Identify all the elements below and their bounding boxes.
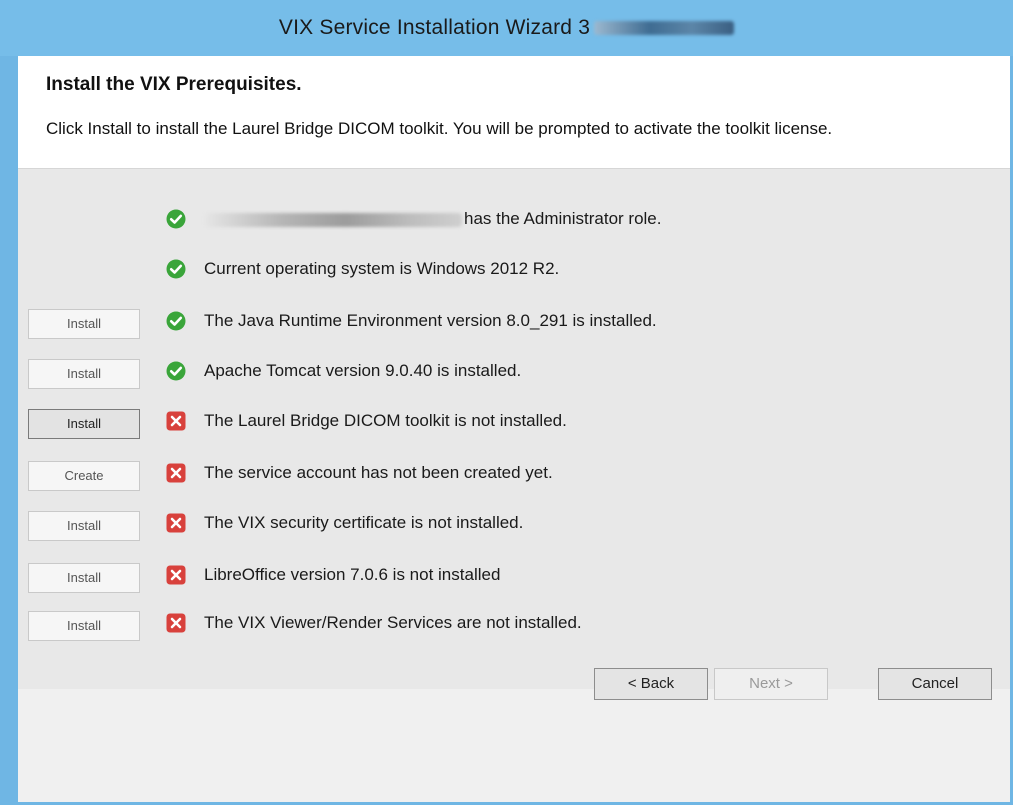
title-bar[interactable]: VIX Service Installation Wizard 3 [0, 0, 1013, 56]
prereq-text: Apache Tomcat version 9.0.40 is installe… [204, 361, 522, 380]
install-viewer-render-button[interactable]: Install [28, 611, 140, 641]
check-circle-icon [166, 209, 186, 229]
prereq-text-value: has the Administrator role. [464, 209, 662, 228]
prereq-row-os: Current operating system is Windows 2012… [18, 255, 1010, 285]
next-button[interactable]: Next > [714, 668, 828, 700]
prereq-row-security-certificate: Install The VIX security certificate is … [18, 509, 1010, 541]
prereq-text: The VIX Viewer/Render Services are not i… [204, 613, 582, 632]
prereq-text: Current operating system is Windows 2012… [204, 259, 560, 278]
install-certificate-button[interactable]: Install [28, 511, 140, 541]
cancel-button[interactable]: Cancel [878, 668, 992, 700]
prereq-text: The VIX security certificate is not inst… [204, 513, 524, 532]
check-circle-icon [166, 361, 186, 381]
prereq-row-service-account: Create The service account has not been … [18, 459, 1010, 491]
window-title-text: VIX Service Installation Wizard 3 [278, 16, 591, 39]
check-circle-icon [166, 311, 186, 331]
page-title: Install the VIX Prerequisites. [46, 74, 302, 95]
wizard-footer [18, 689, 1010, 802]
prereq-row-viewer-render: Install The VIX Viewer/Render Services a… [18, 609, 1010, 641]
error-x-icon [166, 613, 186, 633]
prerequisites-panel: has the Administrator role. Current oper… [18, 168, 1010, 689]
wizard-window: VIX Service Installation Wizard 3 Instal… [0, 0, 1013, 805]
prereq-text: has the Administrator role. [204, 209, 661, 229]
prereq-row-dicom-toolkit: Install The Laurel Bridge DICOM toolkit … [18, 407, 1010, 439]
error-x-icon [166, 411, 186, 431]
error-x-icon [166, 565, 186, 585]
prereq-row-java: Install The Java Runtime Environment ver… [18, 307, 1010, 339]
install-java-button[interactable]: Install [28, 309, 140, 339]
install-libreoffice-button[interactable]: Install [28, 563, 140, 593]
prereq-row-libreoffice: Install LibreOffice version 7.0.6 is not… [18, 561, 1010, 593]
error-x-icon [166, 463, 186, 483]
back-button[interactable]: < Back [594, 668, 708, 700]
prereq-text: The Java Runtime Environment version 8.0… [204, 311, 657, 330]
window-title: VIX Service Installation Wizard 3 [0, 16, 1013, 40]
prereq-text: LibreOffice version 7.0.6 is not install… [204, 565, 501, 584]
redacted-account-name [204, 212, 462, 227]
page-description: Click Install to install the Laurel Brid… [46, 119, 833, 138]
prereq-row-tomcat: Install Apache Tomcat version 9.0.40 is … [18, 357, 1010, 389]
check-circle-icon [166, 259, 186, 279]
wizard-header: Install the VIX Prerequisites. Click Ins… [18, 56, 1010, 168]
error-x-icon [166, 513, 186, 533]
prereq-text: The Laurel Bridge DICOM toolkit is not i… [204, 411, 567, 430]
create-service-account-button[interactable]: Create [28, 461, 140, 491]
prereq-row-admin-role: has the Administrator role. [18, 205, 1010, 235]
wizard-client-area: Install the VIX Prerequisites. Click Ins… [18, 56, 1010, 802]
install-tomcat-button[interactable]: Install [28, 359, 140, 389]
install-dicom-toolkit-button[interactable]: Install [28, 409, 140, 439]
redacted-title-suffix [594, 21, 735, 36]
prereq-text: The service account has not been created… [204, 463, 553, 482]
